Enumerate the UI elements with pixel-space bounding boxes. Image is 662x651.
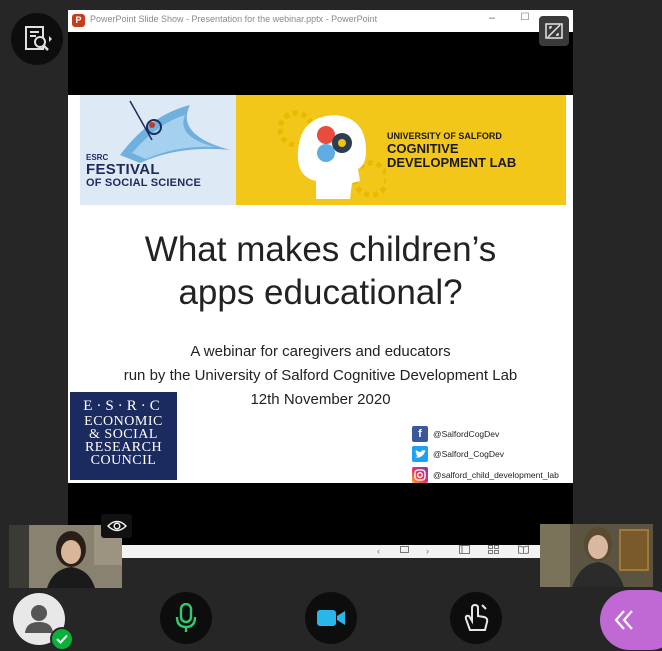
slide-subtitle-line1: A webinar for caregivers and educators <box>190 343 451 360</box>
university-name: UNIVERSITY OF SALFORD <box>387 131 502 141</box>
reading-view-icon <box>518 545 529 555</box>
window-titlebar: P PowerPoint Slide Show - Presentation f… <box>68 10 573 32</box>
details-search-icon <box>25 26 52 51</box>
microphone-icon <box>175 603 197 632</box>
slide: ESRC FESTIVAL OF SOCIAL SCIENCE UNIVERSI… <box>68 95 573 483</box>
normal-view-button[interactable] <box>459 545 470 558</box>
details-button[interactable] <box>11 13 63 65</box>
slide-subtitle-line2: run by the University of Salford Cogniti… <box>123 367 518 384</box>
eye-icon <box>106 520 127 532</box>
esrc-logo: E·S·R·C ECONOMIC & SOCIAL RESEARCH COUNC… <box>70 392 177 480</box>
slide-title-line1: What makes children’s <box>144 230 497 269</box>
collapse-panel-button[interactable] <box>600 590 662 650</box>
powerpoint-icon: P <box>72 14 85 27</box>
fullscreen-button[interactable] <box>539 16 569 46</box>
social-facebook: f @SalfordCogDev <box>412 425 499 443</box>
head-gears-graphic <box>277 110 386 199</box>
lab-name-line1: COGNITIVE <box>387 141 459 156</box>
festival-banner: ESRC FESTIVAL OF SOCIAL SCIENCE <box>80 95 236 205</box>
lab-name-line2: DEVELOPMENT LAB <box>387 155 517 170</box>
previous-slide-button[interactable]: ‹ <box>377 545 380 558</box>
twitter-icon <box>412 446 428 462</box>
microphone-button[interactable] <box>160 592 212 644</box>
esrc-logo-line: COUNCIL <box>90 453 157 468</box>
shared-screen: P PowerPoint Slide Show - Presentation f… <box>68 10 573 546</box>
facebook-handle: @SalfordCogDev <box>433 429 500 439</box>
reading-view-button[interactable] <box>518 545 529 558</box>
slide-thumbnail-button[interactable] <box>400 545 409 558</box>
instagram-icon <box>412 467 428 483</box>
esrc-logo-acronym: E·S·R·C <box>83 398 164 414</box>
instagram-handle: @salford_child_development_lab <box>433 470 559 480</box>
camera-button[interactable] <box>305 592 357 644</box>
share-button[interactable] <box>450 592 502 644</box>
check-icon <box>56 634 68 644</box>
slide-title: What makes children’s apps educational? <box>68 228 573 314</box>
video-camera-icon <box>317 610 345 626</box>
share-hand-icon <box>464 603 489 631</box>
maximize-button[interactable]: ☐ <box>519 12 531 28</box>
next-slide-button[interactable]: › <box>426 545 429 558</box>
minimize-button[interactable]: – <box>486 12 498 28</box>
festival-subtitle: OF SOCIAL SCIENCE <box>86 177 202 189</box>
sorter-view-button[interactable] <box>488 545 499 558</box>
fullscreen-icon <box>545 23 563 39</box>
slides-icon <box>400 546 409 553</box>
slide-title-line2: apps educational? <box>178 273 463 312</box>
status-badge <box>50 627 74 651</box>
window-title: PowerPoint Slide Show - Presentation for… <box>90 14 378 24</box>
festival-title: FESTIVAL <box>86 161 160 178</box>
normal-view-icon <box>459 545 470 554</box>
sorter-view-icon <box>488 545 499 554</box>
participant-video-image <box>540 524 653 587</box>
facebook-icon: f <box>412 426 428 442</box>
slideshow-bar: ‹ › <box>122 545 540 558</box>
social-instagram: @salford_child_development_lab <box>412 466 559 483</box>
twitter-handle: @Salford_CogDev <box>433 449 504 459</box>
chevron-left-double-icon <box>614 610 633 630</box>
cognitive-lab-banner: UNIVERSITY OF SALFORD COGNITIVE DEVELOPM… <box>236 95 566 205</box>
participant-video-right[interactable] <box>540 524 653 587</box>
social-twitter: @Salford_CogDev <box>412 445 504 463</box>
visibility-toggle[interactable] <box>101 514 132 538</box>
